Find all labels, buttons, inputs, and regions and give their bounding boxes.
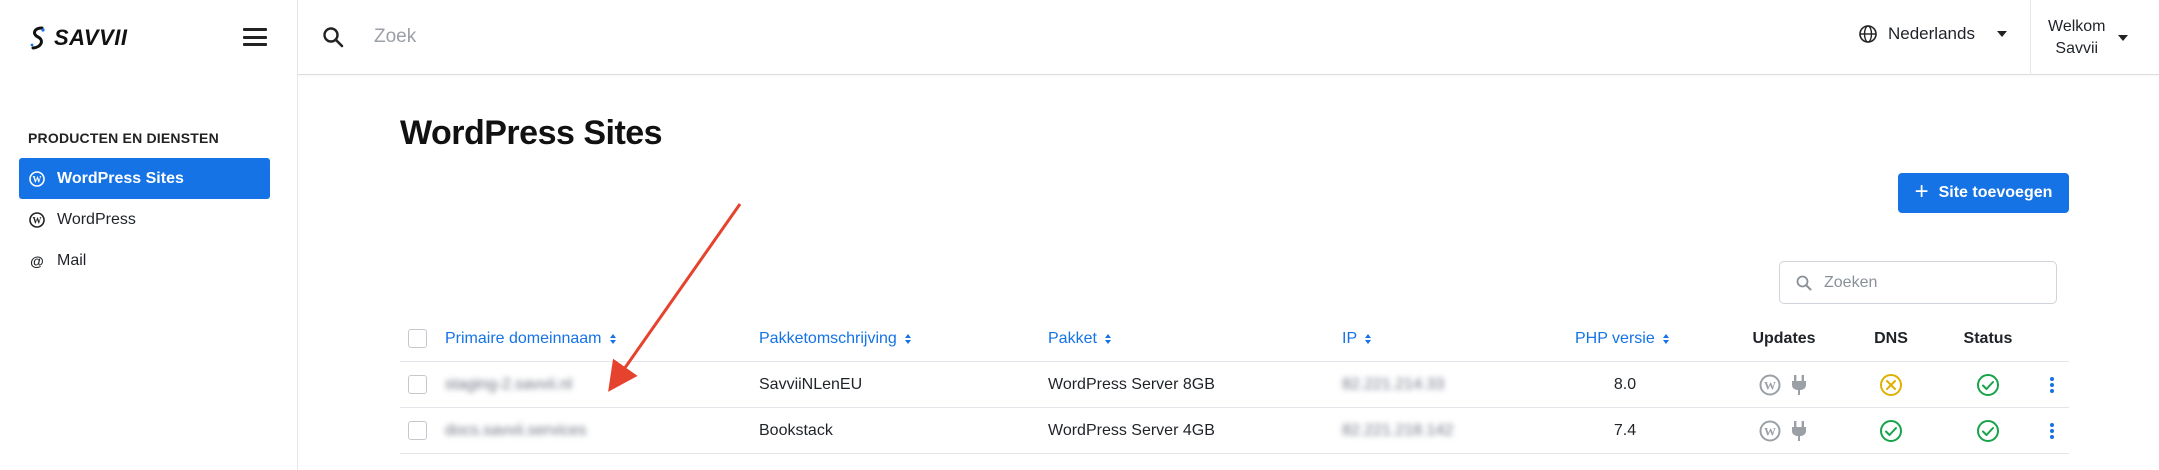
row-checkbox[interactable] [408,421,427,440]
chevron-down-icon [1996,31,2007,37]
svg-text:W: W [1764,424,1776,438]
php-version-cell: 7.4 [1613,421,1637,439]
column-header-status: Status [1963,329,2013,347]
column-header-package[interactable]: Pakket [1048,316,1111,361]
sidebar-item-label: WordPress [57,210,136,228]
at-icon: @ [30,252,44,269]
row-actions-cell [2040,362,2064,407]
package-cell: WordPress Server 8GB [1048,375,1215,393]
status-ok-icon [1977,419,1999,442]
column-header-ip[interactable]: IP [1342,316,1372,361]
more-options-icon[interactable] [2050,376,2054,393]
status-cell [1945,362,2031,407]
row-actions-cell [2040,408,2064,453]
sort-icon [904,333,911,344]
package-desc-cell: Bookstack [759,421,833,439]
wordpress-update-icon[interactable]: W [1759,420,1781,442]
domain-cell[interactable]: docs.savvii.services [445,408,586,453]
more-options-icon[interactable] [2050,422,2054,439]
column-header-label: Pakketomschrijving [759,329,897,347]
sort-icon [1365,333,1372,344]
dns-error-icon [1880,373,1902,396]
column-header-label: PHP versie [1575,329,1655,347]
svg-text:W: W [1764,378,1776,392]
select-all-cell [408,316,427,361]
ip-cell: 82.221.214.33 [1342,375,1445,393]
brand-logo[interactable]: SAVVII [28,22,128,54]
wordpress-icon: W [29,170,45,187]
page-title: WordPress Sites [400,114,663,152]
brand-name: SAVVII [54,25,128,50]
user-greeting: Welkom Savvii [2048,16,2106,60]
search-icon[interactable] [322,26,344,48]
column-header-php[interactable]: PHP versie [1575,316,1669,361]
sites-table: Primaire domeinnaam Pakketomschrijving P… [400,316,2069,454]
dns-ok-icon [1880,419,1902,442]
add-site-label: Site toevoegen [1938,184,2053,201]
globe-icon [1859,25,1877,43]
row-select-cell [408,362,427,407]
chevron-down-icon [2117,35,2128,41]
status-cell [1945,408,2031,453]
table-header: Primaire domeinnaam Pakketomschrijving P… [400,316,2069,362]
table-search-input[interactable] [1824,273,2024,292]
divider [2030,0,2031,75]
sort-icon [1104,333,1111,344]
domain-cell[interactable]: staging-2.savvii.nl [445,362,572,407]
savvii-logo-mark [30,26,45,50]
sidebar-item-mail[interactable]: @ Mail [19,240,270,281]
user-menu[interactable]: Welkom Savvii [2048,16,2128,60]
language-label: Nederlands [1888,24,1975,43]
plugin-icon[interactable] [1789,420,1809,442]
sidebar-section-title: PRODUCTEN EN DIENSTEN [28,130,219,146]
row-select-cell [408,408,427,453]
php-version-cell: 8.0 [1613,375,1637,393]
wordpress-icon: W [29,211,45,228]
svg-text:W: W [33,215,42,225]
column-header-label: IP [1342,329,1358,347]
global-search-input[interactable] [374,22,874,52]
dns-cell [1860,362,1922,407]
ip-cell: 82.221.218.142 [1342,421,1454,439]
sort-icon [609,333,616,344]
select-all-checkbox[interactable] [408,329,427,348]
wordpress-update-icon[interactable]: W [1759,374,1781,396]
search-icon [1796,275,1812,290]
svg-text:W: W [33,174,42,184]
dns-cell [1860,408,1922,453]
add-site-button[interactable]: + Site toevoegen [1898,173,2069,213]
topbar: Nederlands Welkom Savvii [298,0,2159,75]
language-selector[interactable]: Nederlands [1858,24,2007,44]
hamburger-menu-icon[interactable] [240,25,270,49]
plus-icon: + [1914,178,1929,205]
table-row[interactable]: docs.savvii.services Bookstack WordPress… [400,408,2069,454]
row-checkbox[interactable] [408,375,427,394]
column-header-dns: DNS [1874,329,1908,347]
table-search[interactable] [1779,261,2057,304]
package-cell: WordPress Server 4GB [1048,421,1215,439]
updates-cell: W [1730,362,1838,407]
user-name: Savvii [2055,40,2099,57]
sidebar-item-wordpress[interactable]: W WordPress [19,199,270,240]
plugin-icon[interactable] [1789,374,1809,396]
column-header-label: Primaire domeinnaam [445,329,602,347]
sidebar: SAVVII PRODUCTEN EN DIENSTEN W WordPress… [0,0,298,470]
column-header-domain[interactable]: Primaire domeinnaam [445,316,616,361]
column-header-package-desc[interactable]: Pakketomschrijving [759,316,911,361]
table-row[interactable]: staging-2.savvii.nl SavviiNLenEU WordPre… [400,362,2069,408]
updates-cell: W [1730,408,1838,453]
column-header-updates: Updates [1752,329,1816,347]
column-header-label: Pakket [1048,329,1097,347]
package-desc-cell: SavviiNLenEU [759,375,863,393]
sidebar-item-label: Mail [57,251,87,269]
sort-icon [1662,333,1669,344]
sidebar-item-wordpress-sites[interactable]: W WordPress Sites [19,158,270,199]
sidebar-item-label: WordPress Sites [57,169,184,187]
status-ok-icon [1977,373,1999,396]
user-greeting-line1: Welkom [2048,18,2106,35]
